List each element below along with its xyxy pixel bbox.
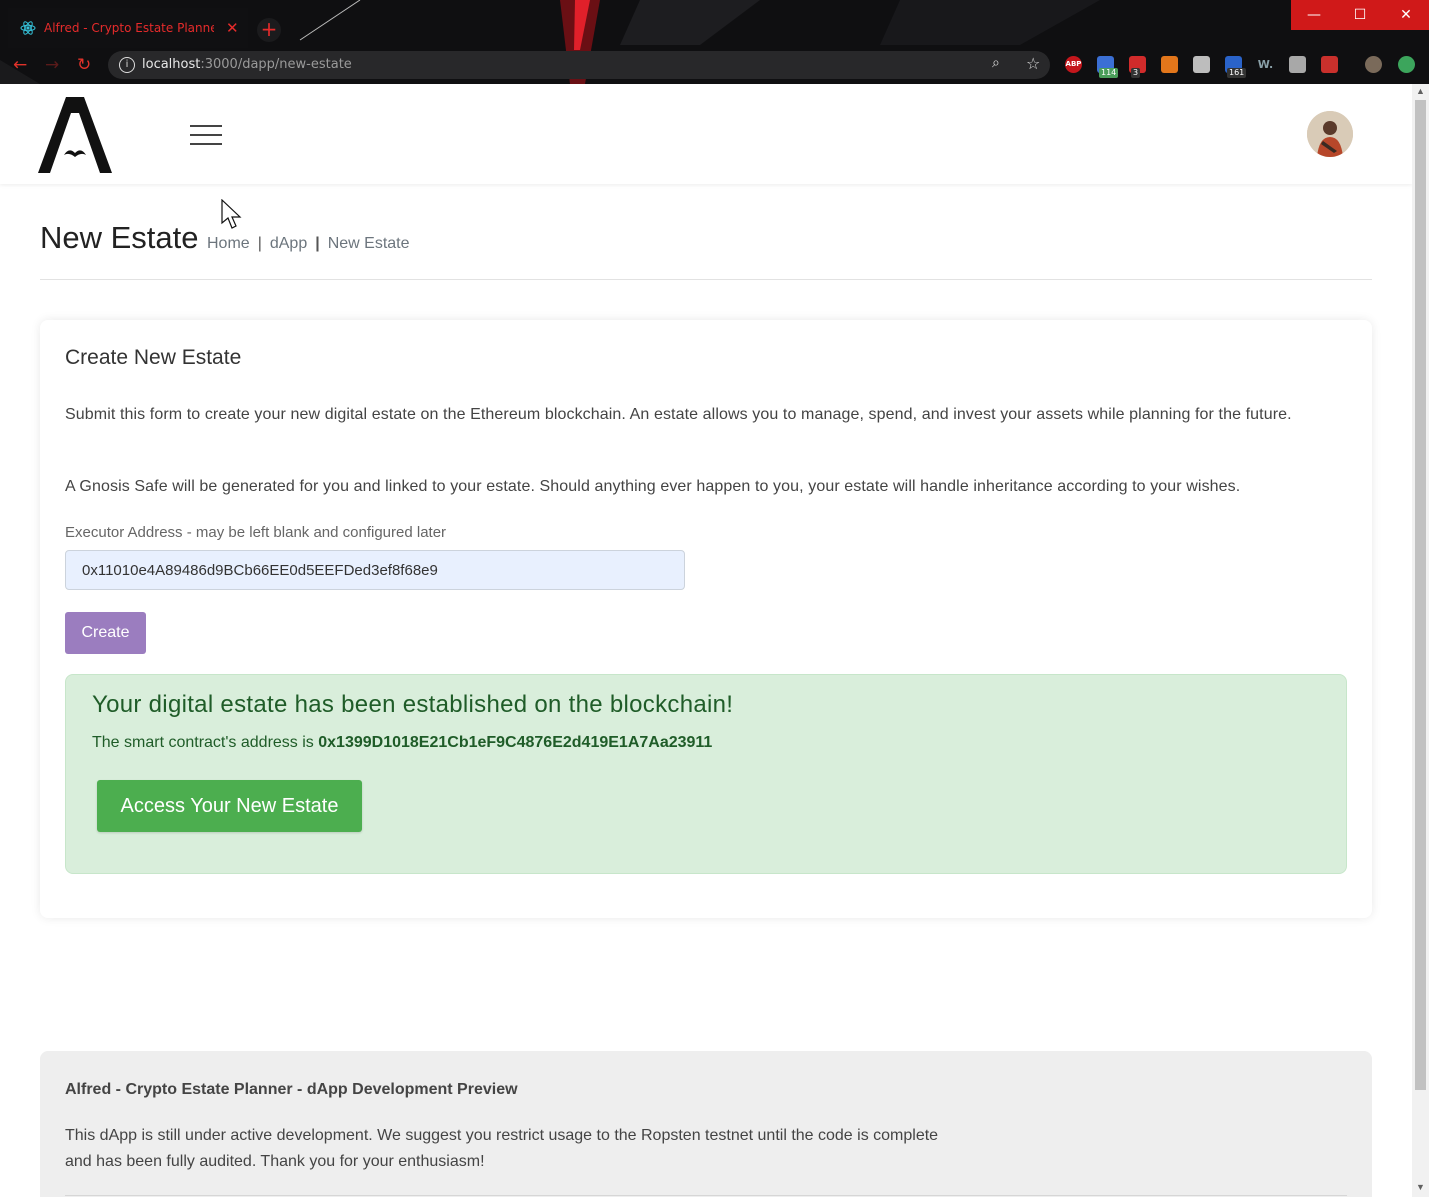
tab-title: Alfred - Crypto Estate Planner - d <box>44 21 214 35</box>
create-button[interactable]: Create <box>65 612 146 654</box>
executor-address-input[interactable] <box>65 550 685 590</box>
scrollbar-thumb[interactable] <box>1415 100 1426 1090</box>
scroll-up-icon[interactable]: ▲ <box>1416 86 1425 96</box>
reload-button[interactable]: ↻ <box>77 55 91 75</box>
breadcrumb-dapp[interactable]: dApp <box>270 235 307 252</box>
window-maximize-button[interactable]: ☐ <box>1337 0 1383 30</box>
footer-divider <box>65 1195 1347 1196</box>
window-minimize-button[interactable]: — <box>1291 0 1337 30</box>
browser-tab-active[interactable]: Alfred - Crypto Estate Planner - d ✕ <box>8 8 248 48</box>
inbox-extension-badge: 161 <box>1227 68 1247 78</box>
adblock-label: ABP <box>1065 60 1082 68</box>
access-new-estate-button[interactable]: Access Your New Estate <box>97 780 362 832</box>
breadcrumb: Home | dApp | New Estate <box>207 235 410 253</box>
page-viewport: New Estate Home | dApp | New Estate Create N… <box>0 84 1412 1197</box>
gnosis-paragraph: A Gnosis Safe will be generated for you … <box>65 478 1241 495</box>
mouse-cursor-icon <box>221 199 242 229</box>
top-navbar <box>0 84 1412 184</box>
card-title: Create New Estate <box>65 346 242 369</box>
success-alert: Your digital estate has been established… <box>65 674 1347 874</box>
wikiwand-icon[interactable]: W. <box>1257 56 1274 73</box>
window-close-button[interactable]: ✕ <box>1383 0 1429 30</box>
footer-notice: This dApp is still under active developm… <box>65 1123 1025 1175</box>
adblock-icon[interactable]: ABP <box>1065 56 1082 73</box>
back-button[interactable]: ← <box>13 55 27 75</box>
footer-notice-line1: This dApp is still under active developm… <box>65 1127 939 1144</box>
zoom-icon[interactable]: ⌕ <box>992 55 1000 71</box>
contract-address-value: 0x1399D1018E21Cb1eF9C4876E2d419E1A7Aa239… <box>318 734 713 751</box>
breadcrumb-separator: | <box>257 235 262 252</box>
drive-icon[interactable] <box>1193 56 1210 73</box>
page-scrollbar[interactable]: ▲ ▼ <box>1412 84 1429 1197</box>
wikiwand-label: W. <box>1257 58 1274 71</box>
url-text[interactable]: localhost:3000/dapp/new-estate <box>142 57 352 72</box>
profile-icon[interactable] <box>1365 56 1382 73</box>
executor-address-label: Executor Address - may be left blank and… <box>65 524 447 541</box>
breadcrumb-home[interactable]: Home <box>207 235 250 252</box>
scroll-down-icon[interactable]: ▼ <box>1416 1182 1425 1192</box>
react-favicon-icon <box>20 21 36 35</box>
avatar-image <box>1307 111 1353 157</box>
footer: Alfred - Crypto Estate Planner - dApp De… <box>40 1051 1372 1197</box>
contract-address-text: The smart contract's address is 0x1399D1… <box>92 734 712 752</box>
red-extension-icon[interactable] <box>1321 56 1338 73</box>
contract-address-prefix: The smart contract's address is <box>92 734 314 751</box>
footer-notice-line2: and has been fully audited. Thank you fo… <box>65 1153 485 1170</box>
user-avatar[interactable] <box>1307 111 1353 157</box>
forward-button[interactable]: → <box>45 55 59 75</box>
alfred-logo[interactable] <box>38 97 112 173</box>
alert-heading: Your digital estate has been established… <box>92 691 734 718</box>
shield-extension-icon[interactable] <box>1289 56 1306 73</box>
create-estate-card: Create New Estate Submit this form to cr… <box>40 320 1372 918</box>
todo-extension-badge: 3 <box>1131 68 1141 78</box>
footer-title: Alfred - Crypto Estate Planner - dApp De… <box>65 1081 518 1098</box>
tab-close-icon[interactable]: ✕ <box>226 19 239 37</box>
address-bar[interactable]: i localhost:3000/dapp/new-estate ⌕ ☆ <box>108 51 1050 79</box>
header-divider <box>40 279 1372 280</box>
update-icon[interactable] <box>1398 56 1415 73</box>
hamburger-menu-icon[interactable] <box>190 125 222 145</box>
browser-chrome: Alfred - Crypto Estate Planner - d ✕ + —… <box>0 0 1429 84</box>
url-host: localhost <box>142 57 201 72</box>
metamask-icon[interactable] <box>1161 56 1178 73</box>
bookmark-star-icon[interactable]: ☆ <box>1026 54 1040 73</box>
site-info-icon[interactable]: i <box>119 57 135 73</box>
page-title: New Estate <box>40 220 199 255</box>
breadcrumb-separator: | <box>315 235 320 252</box>
breadcrumb-current: New Estate <box>327 235 410 252</box>
url-path: :3000/dapp/new-estate <box>200 57 352 72</box>
intro-paragraph: Submit this form to create your new digi… <box>65 406 1292 423</box>
calendar-extension-badge: 114 <box>1099 68 1119 78</box>
new-tab-button[interactable]: + <box>257 18 281 42</box>
